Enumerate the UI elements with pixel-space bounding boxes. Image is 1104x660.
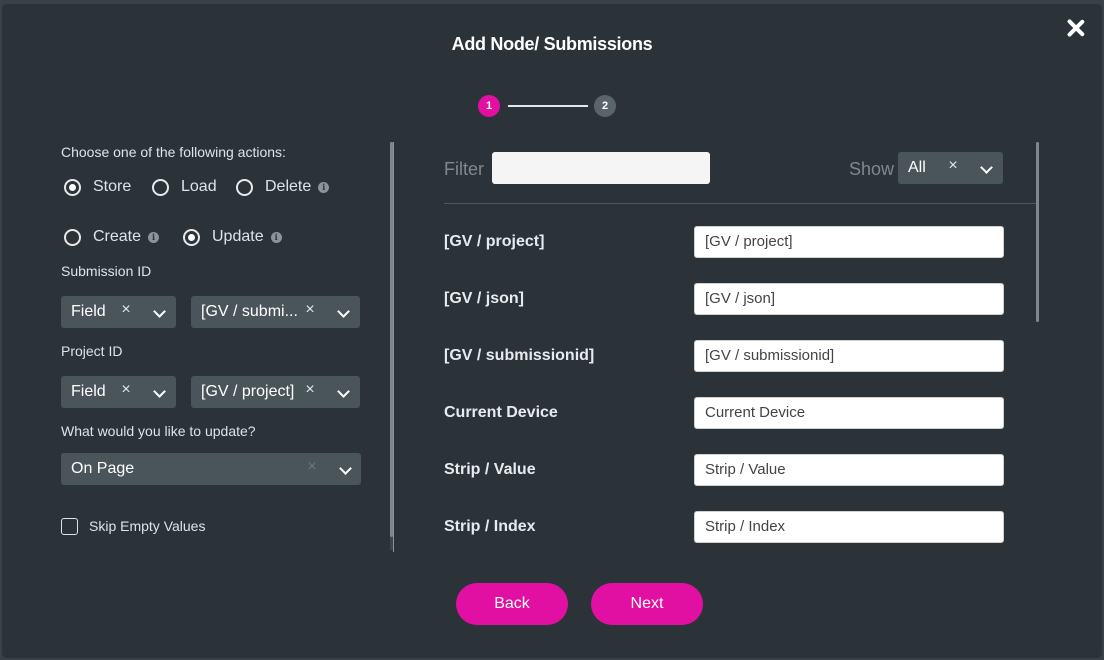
show-value: All xyxy=(908,159,926,176)
chevron-down-icon[interactable] xyxy=(339,462,352,475)
submission-id-value-select[interactable]: [GV / submi... × xyxy=(191,296,360,328)
field-label: Current Device xyxy=(444,404,558,421)
radio-create-indicator[interactable] xyxy=(64,228,81,246)
radio-store-indicator[interactable] xyxy=(64,178,81,196)
panel-divider xyxy=(393,142,394,552)
field-label: [GV / project] xyxy=(444,233,545,250)
radio-load[interactable]: Load xyxy=(152,178,217,196)
update-target-label: What would you like to update? xyxy=(61,423,256,439)
chevron-down-icon[interactable] xyxy=(153,305,166,318)
add-node-dialog: Add Node/ Submissions xyxy=(2,4,1102,658)
project-id-value-select[interactable]: [GV / project] × xyxy=(191,376,360,408)
close-icon[interactable] xyxy=(1064,16,1088,40)
right-panel-scrollbar[interactable] xyxy=(1036,142,1039,322)
field-input[interactable]: [GV / submissionid] xyxy=(694,340,1004,372)
submission-id-type-select[interactable]: Field × xyxy=(61,296,176,328)
radio-store-label: Store xyxy=(93,178,132,195)
submission-id-value: [GV / submi... xyxy=(201,303,298,320)
step-2-indicator: 2 xyxy=(594,95,616,117)
skip-empty-label: Skip Empty Values xyxy=(89,518,206,534)
filter-input[interactable] xyxy=(492,152,710,184)
radio-update-indicator[interactable] xyxy=(183,228,200,246)
show-select[interactable]: All × xyxy=(898,152,1003,184)
submission-id-type-value: Field xyxy=(71,303,106,320)
field-input[interactable]: [GV / json] xyxy=(694,283,1004,315)
dialog-title: Add Node/ Submissions xyxy=(451,34,653,54)
field-input[interactable]: Strip / Value xyxy=(694,454,1004,486)
field-input[interactable]: Strip / Index xyxy=(694,511,1004,543)
radio-create[interactable]: Create i xyxy=(64,228,160,246)
field-label: [GV / json] xyxy=(444,290,524,307)
radio-delete[interactable]: Delete i xyxy=(236,178,330,196)
radio-delete-indicator[interactable] xyxy=(236,178,253,196)
radio-update[interactable]: Update i xyxy=(183,228,282,246)
project-id-value: [GV / project] xyxy=(201,383,295,400)
field-label: [GV / submissionid] xyxy=(444,347,595,364)
actions-prompt: Choose one of the following actions: xyxy=(61,144,286,160)
clear-x-icon[interactable]: × xyxy=(303,301,317,319)
clear-x-icon[interactable]: × xyxy=(119,301,133,319)
next-button[interactable]: Next xyxy=(591,583,703,625)
radio-store[interactable]: Store xyxy=(64,178,131,196)
chevron-down-icon[interactable] xyxy=(980,161,993,174)
project-id-label: Project ID xyxy=(61,343,123,359)
info-icon[interactable]: i xyxy=(148,231,160,243)
step-1-indicator: 1 xyxy=(478,95,500,117)
filter-label: Filter xyxy=(444,159,484,179)
radio-update-label: Update xyxy=(212,228,264,245)
clear-x-icon[interactable]: × xyxy=(303,381,317,399)
back-button[interactable]: Back xyxy=(456,583,568,625)
chevron-down-icon[interactable] xyxy=(153,385,166,398)
info-icon[interactable]: i xyxy=(270,231,282,243)
clear-x-icon[interactable]: × xyxy=(946,157,960,175)
field-input[interactable]: Current Device xyxy=(694,397,1004,429)
update-target-value: On Page xyxy=(71,460,135,477)
field-label: Strip / Value xyxy=(444,461,536,478)
show-label: Show xyxy=(849,159,895,179)
skip-empty-checkbox[interactable] xyxy=(61,518,78,535)
project-id-type-value: Field xyxy=(71,383,106,400)
radio-load-label: Load xyxy=(181,178,217,195)
clear-x-icon[interactable]: × xyxy=(119,381,133,399)
stepper-line xyxy=(508,105,588,107)
field-input[interactable]: [GV / project] xyxy=(694,226,1004,258)
submission-id-label: Submission ID xyxy=(61,263,152,279)
radio-load-indicator[interactable] xyxy=(152,178,169,196)
info-icon[interactable]: i xyxy=(318,181,330,193)
chevron-down-icon[interactable] xyxy=(337,385,350,398)
project-id-type-select[interactable]: Field × xyxy=(61,376,176,408)
update-target-select[interactable]: On Page × xyxy=(61,453,361,485)
radio-delete-label: Delete xyxy=(265,178,312,195)
radio-create-label: Create xyxy=(93,228,142,245)
clear-x-icon[interactable]: × xyxy=(305,458,319,476)
filter-divider xyxy=(444,203,1036,204)
chevron-down-icon[interactable] xyxy=(337,305,350,318)
field-label: Strip / Index xyxy=(444,518,536,535)
